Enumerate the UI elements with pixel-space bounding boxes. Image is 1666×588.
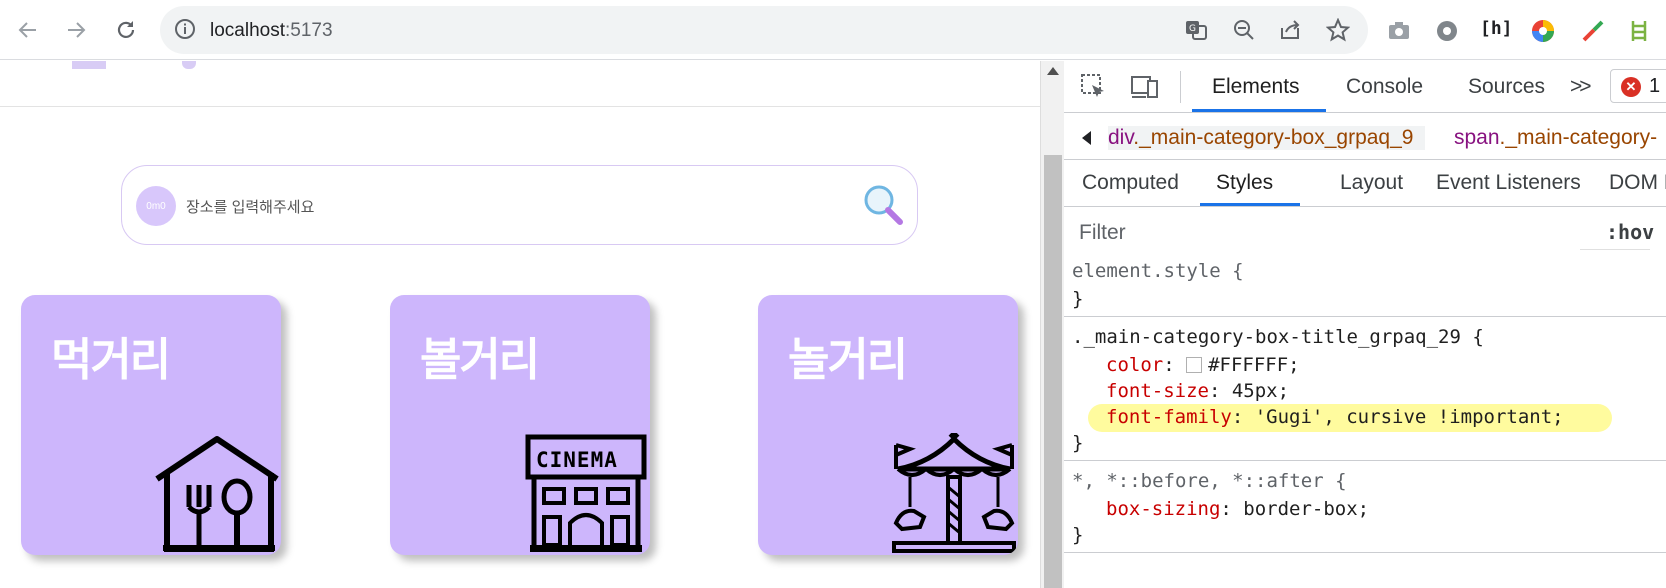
style-declaration[interactable]: font-family: 'Gugi', cursive !important; — [1106, 406, 1564, 428]
tab-layout[interactable]: Layout — [1340, 171, 1403, 195]
settings-gear-icon[interactable] — [1434, 18, 1460, 44]
svg-text:G: G — [1189, 24, 1196, 34]
color-picker-icon[interactable] — [1530, 18, 1556, 44]
device-toolbar-icon[interactable] — [1130, 73, 1160, 106]
avatar: 0m0 — [136, 186, 176, 226]
tab-event-listeners[interactable]: Event Listeners — [1436, 171, 1581, 195]
devtools-panel: Elements Console Sources >> ✕ 1 div._mai… — [1064, 61, 1666, 588]
category-title: 놀거리 — [788, 333, 908, 386]
category-title: 볼거리 — [420, 333, 540, 386]
property-name: color — [1106, 354, 1164, 376]
color-swatch-icon[interactable] — [1186, 357, 1203, 373]
category-title: 먹거리 — [51, 333, 171, 386]
rule-divider — [1064, 552, 1666, 553]
toolbar-divider — [1180, 71, 1181, 103]
property-value: border-box; — [1243, 498, 1370, 520]
inspect-element-icon[interactable] — [1080, 73, 1108, 106]
error-icon: ✕ — [1621, 77, 1641, 97]
carousel-icon — [892, 433, 1016, 553]
rule-selector[interactable]: ._main-category-box-title_grpaq_29 { — [1072, 326, 1484, 348]
svg-text:CINEMA: CINEMA — [536, 448, 618, 472]
cinema-icon: CINEMA — [525, 434, 647, 552]
reload-icon[interactable] — [110, 14, 142, 46]
camera-icon[interactable] — [1386, 18, 1412, 44]
url-text[interactable]: localhost:5173 — [210, 20, 333, 42]
category-card-food[interactable]: 먹거리 — [21, 295, 281, 555]
active-tab-indicator — [1192, 109, 1326, 112]
back-arrow-icon[interactable] — [12, 14, 44, 46]
url-port: :5173 — [285, 20, 333, 41]
rule-selector[interactable]: element.style { — [1072, 260, 1244, 282]
rule-close-brace: } — [1072, 524, 1084, 546]
style-declaration[interactable]: color: #FFFFFF; — [1106, 354, 1300, 376]
rule-divider — [1064, 316, 1666, 317]
site-header — [0, 61, 1040, 107]
search-input[interactable]: 장소를 입력해주세요 — [186, 196, 314, 217]
property-value: 'Gugi', cursive !important; — [1254, 406, 1564, 428]
rule-selector[interactable]: *, *::before, *::after { — [1072, 470, 1347, 492]
breadcrumb-back-arrow-icon[interactable] — [1082, 131, 1091, 145]
property-value: #FFFFFF; — [1208, 354, 1300, 376]
search-icon[interactable] — [862, 183, 906, 232]
tab-computed[interactable]: Computed — [1082, 171, 1179, 195]
devtools-toolbar: Elements Console Sources >> ✕ 1 — [1064, 61, 1666, 113]
scrollbar-thumb[interactable] — [1044, 155, 1062, 588]
hypothesis-extension-icon[interactable]: [h] — [1480, 18, 1513, 44]
ruler-extension-icon[interactable] — [1626, 18, 1652, 44]
sidebar-tabs: Computed Styles Layout Event Listeners D… — [1064, 161, 1666, 207]
breadcrumb-tag: div — [1108, 126, 1134, 149]
breadcrumb-item-div[interactable]: div._main-category-box_grpaq_9 — [1108, 126, 1426, 150]
eyedropper-icon[interactable] — [1580, 18, 1606, 44]
tab-dom-breakpoints[interactable]: DOM B — [1609, 171, 1666, 195]
rule-close-brace: } — [1072, 288, 1084, 310]
property-name: box-sizing — [1106, 498, 1221, 520]
filter-input[interactable]: Filter — [1070, 212, 1580, 250]
translate-icon[interactable]: G — [1184, 18, 1208, 42]
more-tabs-chevron-icon[interactable]: >> — [1570, 75, 1591, 99]
tab-sources[interactable]: Sources — [1468, 75, 1545, 99]
category-card-sights[interactable]: 볼거리 CINEMA — [390, 295, 650, 555]
hover-state-toggle[interactable]: :hov — [1606, 220, 1654, 244]
styles-filter: Filter :hov — [1070, 212, 1654, 250]
property-name: font-size — [1106, 380, 1209, 402]
scroll-up-arrow-icon[interactable] — [1047, 67, 1059, 75]
rule-divider — [1064, 460, 1666, 461]
bookmark-star-icon[interactable] — [1325, 17, 1351, 42]
category-card-activities[interactable]: 놀거리 — [758, 295, 1018, 555]
header-icon[interactable] — [182, 61, 196, 69]
breadcrumb-class: ._main-category- — [1499, 126, 1658, 149]
style-declaration[interactable]: box-sizing: border-box; — [1106, 498, 1369, 520]
active-subtab-indicator — [1200, 203, 1300, 206]
breadcrumb-item-span[interactable]: span._main-category- — [1454, 126, 1657, 150]
breadcrumb-tag: span — [1454, 126, 1500, 149]
breadcrumb: div._main-category-box_grpaq_9 span._mai… — [1064, 116, 1666, 160]
page-scrollbar[interactable] — [1040, 61, 1064, 588]
forward-arrow-icon[interactable] — [60, 14, 92, 46]
rule-close-brace: } — [1072, 432, 1084, 454]
zoom-out-icon[interactable] — [1232, 18, 1256, 42]
search-bar[interactable]: 0m0 장소를 입력해주세요 — [121, 165, 918, 245]
url-host: localhost — [210, 20, 285, 41]
header-logo-icon[interactable] — [72, 61, 106, 69]
tab-console[interactable]: Console — [1346, 75, 1423, 99]
property-value: 45px; — [1231, 380, 1290, 402]
share-icon[interactable] — [1278, 18, 1302, 42]
tab-elements[interactable]: Elements — [1212, 75, 1300, 99]
error-count: 1 — [1649, 75, 1661, 97]
tab-styles[interactable]: Styles — [1216, 171, 1273, 195]
breadcrumb-class: ._main-category-box_grpaq_9 — [1133, 126, 1414, 149]
restaurant-house-icon — [155, 436, 279, 552]
filter-placeholder: Filter — [1079, 221, 1126, 244]
page-viewport: 0m0 장소를 입력해주세요 먹거리 볼거리 CINEMA 놀거리 — [0, 61, 1040, 588]
property-name: font-family — [1106, 406, 1232, 428]
address-bar[interactable]: localhost:5173 G — [160, 6, 1368, 54]
error-count-badge[interactable]: ✕ 1 — [1610, 69, 1666, 103]
browser-toolbar: localhost:5173 G [h] — [0, 0, 1666, 60]
site-info-icon[interactable] — [174, 18, 196, 45]
style-declaration[interactable]: font-size: 45px; — [1106, 380, 1289, 402]
